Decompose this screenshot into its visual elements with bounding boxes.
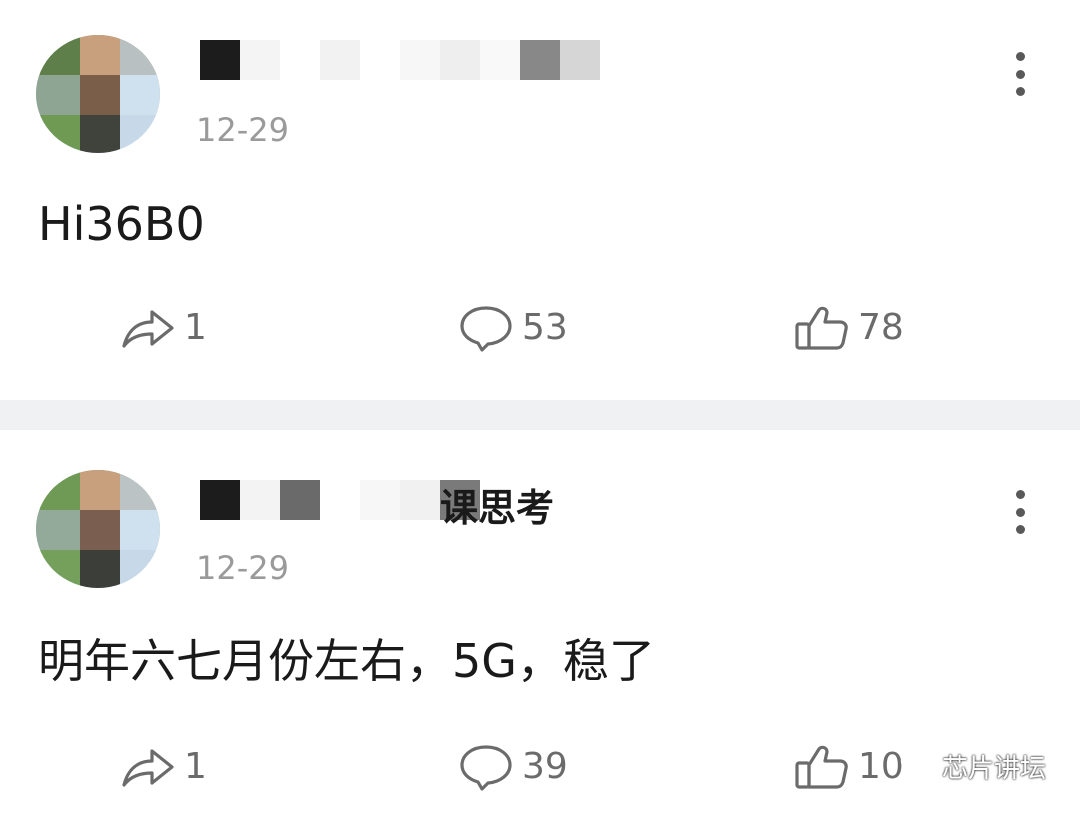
like-button[interactable]: 78	[794, 304, 904, 352]
feed-screen: 12-29 Hi36B0 1 53 78 课思考 12-29 明年六七月份左右，…	[0, 0, 1080, 815]
comment-button[interactable]: 53	[458, 304, 568, 352]
more-icon	[1015, 52, 1025, 61]
like-count: 10	[858, 746, 904, 787]
like-icon	[794, 304, 850, 352]
username-mosaic	[200, 40, 600, 80]
watermark: 芯片讲坛	[900, 748, 1046, 790]
watermark-label: 芯片讲坛	[942, 754, 1047, 784]
share-icon	[120, 743, 176, 791]
comment-button[interactable]: 39	[458, 743, 568, 791]
comment-icon	[458, 743, 514, 791]
like-button[interactable]: 10	[794, 743, 904, 791]
wechat-icon	[900, 748, 942, 790]
comment-icon	[458, 304, 514, 352]
username-mosaic	[200, 480, 480, 520]
more-icon	[1015, 490, 1025, 499]
post-divider	[0, 400, 1080, 430]
like-count: 78	[858, 307, 904, 348]
share-button[interactable]: 1	[120, 304, 207, 352]
share-count: 1	[184, 307, 207, 348]
avatar[interactable]	[36, 35, 160, 153]
username-visible[interactable]: 课思考	[440, 484, 554, 532]
comment-count: 53	[522, 307, 568, 348]
like-icon	[794, 743, 850, 791]
post-content: Hi36B0	[38, 197, 205, 251]
post-timestamp: 12-29	[196, 111, 289, 149]
more-options-button[interactable]	[1008, 490, 1032, 534]
comment-count: 39	[522, 746, 568, 787]
share-count: 1	[184, 746, 207, 787]
share-button[interactable]: 1	[120, 743, 207, 791]
avatar[interactable]	[36, 470, 160, 588]
post-card: 12-29 Hi36B0 1 53 78	[0, 0, 1080, 400]
share-icon	[120, 304, 176, 352]
more-options-button[interactable]	[1008, 52, 1032, 96]
